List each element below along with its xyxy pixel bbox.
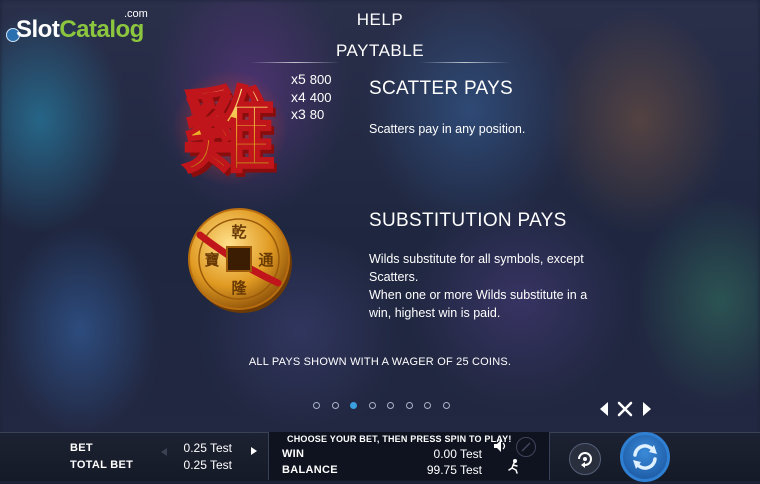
arrow-right-small-icon (251, 447, 257, 455)
pay-row: x3 80 (291, 106, 332, 124)
close-help-button[interactable] (617, 400, 633, 423)
total-bet-label: TOTAL BET (70, 459, 134, 471)
substitution-pays-text-2: When one or more Wilds substitute in a w… (369, 288, 588, 320)
page-dot[interactable] (368, 402, 376, 409)
win-value: 0.00 Test (433, 447, 482, 461)
page-dot[interactable] (442, 402, 450, 409)
pay-value: 400 (309, 89, 332, 105)
pay-row: x4 400 (291, 89, 332, 107)
instruction-message: CHOOSE YOUR BET, THEN PRESS SPIN TO PLAY… (287, 434, 512, 444)
pay-value: 80 (309, 107, 325, 122)
coin-glyph-top: 乾 (231, 223, 246, 241)
page-dot[interactable] (350, 402, 357, 409)
title-divider-right (420, 62, 510, 63)
page-dot[interactable] (424, 402, 431, 409)
page-dot[interactable] (387, 402, 394, 409)
bet-decrease-button[interactable] (160, 444, 168, 462)
page-dot[interactable] (313, 402, 320, 409)
balance-value: 99.75 Test (426, 463, 482, 477)
scatter-pays-list: x5 800 x4 400 x3 80 (291, 71, 332, 124)
scatter-pays-title: SCATTER PAYS (369, 78, 514, 99)
scatter-symbol: 雞 雞 (172, 68, 288, 190)
coin-glyph-left: 寶 (204, 251, 219, 269)
previous-page-button[interactable] (598, 400, 610, 423)
substitution-pays-title: SUBSTITUTION PAYS (369, 210, 567, 231)
arrow-left-icon (600, 402, 608, 416)
next-page-button[interactable] (641, 400, 653, 423)
speaker-icon (494, 440, 506, 452)
spin-button[interactable] (620, 432, 670, 482)
pay-multiplier: x3 (291, 106, 306, 122)
pay-row: x5 800 (291, 71, 332, 89)
sound-button[interactable] (493, 439, 509, 458)
substitution-pays-text-1: Wilds substitute for all symbols, except… (369, 252, 584, 284)
autoplay-button[interactable] (569, 443, 601, 475)
win-label: WIN (282, 448, 305, 460)
wager-note: ALL PAYS SHOWN WITH A WAGER OF 25 COINS. (248, 356, 512, 368)
page-dot[interactable] (405, 402, 413, 409)
scatter-pays-text: Scatters pay in any position. (369, 122, 526, 136)
close-icon (617, 401, 633, 417)
running-figure-icon (508, 459, 518, 474)
arrow-left-small-icon (161, 448, 167, 456)
coin-glyph-right: 通 (258, 251, 273, 269)
arrow-right-icon (643, 402, 651, 416)
pay-multiplier: x4 (291, 88, 306, 105)
turbo-button[interactable] (506, 458, 522, 479)
autoplay-icon (578, 452, 592, 468)
balance-label: BALANCE (282, 464, 338, 476)
quick-spin-button[interactable] (516, 437, 536, 457)
bet-increase-button[interactable] (250, 443, 258, 461)
title-divider-left (250, 62, 340, 63)
spin-arrows-icon (633, 444, 657, 470)
help-title: HELP (356, 10, 404, 29)
paytable-title: PAYTABLE (335, 41, 425, 60)
quick-spin-icon (521, 442, 531, 452)
bet-label: BET (70, 442, 93, 454)
wild-coin-symbol: 乾 通 隆 寶 (186, 205, 296, 315)
page-dot[interactable] (331, 402, 339, 409)
coin-glyph-bottom: 隆 (231, 279, 247, 297)
scatter-glyph: 雞 (183, 78, 275, 185)
pay-value: 800 (309, 72, 332, 87)
pay-multiplier: x5 (291, 71, 306, 87)
